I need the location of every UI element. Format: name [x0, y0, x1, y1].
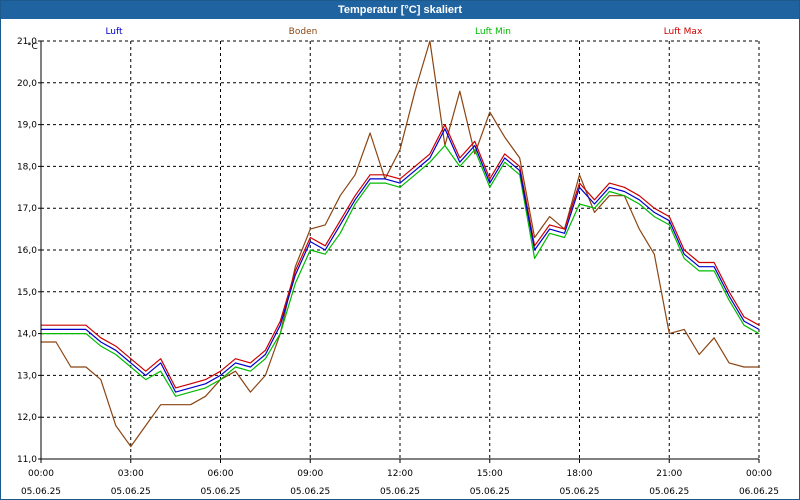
- y-tick-label: 15,0: [17, 288, 37, 298]
- y-tick-label: 12,0: [17, 413, 37, 423]
- legend-entry-luft-min: Luft Min: [475, 27, 511, 37]
- legend-entry-luft-max: Luft Max: [664, 27, 703, 37]
- y-tick-label: 18,0: [17, 162, 37, 172]
- temperature-chart: 11,0 12,0 13,0 14,0 15,0 16,0 17,0 18,0 19,0 20,0…: [17, 27, 779, 497]
- y-tick-label: 13,0: [17, 371, 37, 381]
- legend-entry-luft: Luft: [105, 27, 123, 37]
- x-tick-time: 03:00: [118, 469, 144, 479]
- y-tick-label: 11,0: [17, 455, 37, 465]
- axes: 11,0 12,0 13,0 14,0 15,0 16,0 17,0 18,0 19,0 20,0…: [17, 37, 779, 497]
- y-tick-label: 17,0: [17, 204, 37, 214]
- x-tick-time: 00:00: [28, 469, 54, 479]
- x-tick-date: 05.06.25: [21, 487, 61, 497]
- y-tick-label: 14,0: [17, 330, 37, 340]
- x-tick-time: 00:00: [746, 469, 772, 479]
- x-tick-date: 05.06.25: [470, 487, 510, 497]
- x-tick-date: 05.06.25: [559, 487, 599, 497]
- legend: Luft Boden Luft Min Luft Max: [105, 27, 703, 37]
- y-tick-label: 20,0: [17, 79, 37, 89]
- x-tick-time: 06:00: [208, 469, 234, 479]
- y-tick-label: 16,0: [17, 246, 37, 256]
- x-tick-date: 05.06.25: [290, 487, 330, 497]
- chart-window: Temperatur [°C] skaliert 11,0 12,0 13,0 14,…: [0, 0, 800, 500]
- x-tick-time: 18:00: [567, 469, 593, 479]
- legend-entry-boden: Boden: [289, 27, 318, 37]
- y-tick-label: 19,0: [17, 121, 37, 131]
- x-tick-time: 21:00: [656, 469, 682, 479]
- x-tick-date: 06.06.25: [739, 487, 779, 497]
- x-tick-time: 12:00: [387, 469, 413, 479]
- x-tick-time: 15:00: [477, 469, 503, 479]
- x-tick-date: 05.06.25: [649, 487, 689, 497]
- x-tick-date: 05.06.25: [200, 487, 240, 497]
- x-tick-date: 05.06.25: [380, 487, 420, 497]
- x-tick-date: 05.06.25: [111, 487, 151, 497]
- y-axis-unit: °C: [27, 42, 38, 52]
- x-tick-time: 09:00: [297, 469, 323, 479]
